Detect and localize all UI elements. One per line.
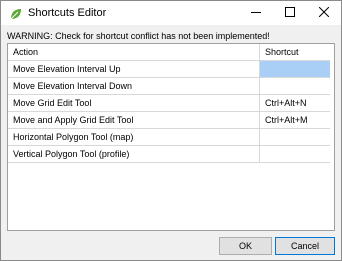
cancel-button[interactable]: Cancel <box>275 237 335 255</box>
maximize-icon <box>285 7 295 19</box>
window-title: Shortcuts Editor <box>28 7 107 19</box>
action-cell[interactable]: Move Elevation Interval Down <box>8 78 260 94</box>
shortcut-cell[interactable] <box>260 61 330 77</box>
action-cell[interactable]: Horizontal Polygon Tool (map) <box>8 129 260 145</box>
table-row[interactable]: Vertical Polygon Tool (profile) <box>8 146 330 163</box>
ok-button[interactable]: OK <box>219 237 272 255</box>
column-header-action[interactable]: Action <box>8 44 260 60</box>
minimize-icon <box>251 7 261 19</box>
shortcut-cell[interactable] <box>260 146 330 162</box>
maximize-button[interactable] <box>273 1 307 25</box>
table-row[interactable]: Horizontal Polygon Tool (map) <box>8 129 330 146</box>
close-icon <box>318 6 330 19</box>
action-cell[interactable]: Move Elevation Interval Up <box>8 61 260 77</box>
table-row[interactable]: Move and Apply Grid Edit Tool Ctrl+Alt+M <box>8 112 330 129</box>
table-row[interactable]: Move Elevation Interval Down <box>8 78 330 95</box>
action-cell[interactable]: Vertical Polygon Tool (profile) <box>8 146 260 162</box>
close-button[interactable] <box>307 1 341 25</box>
minimize-button[interactable] <box>239 1 273 25</box>
shortcuts-editor-window: Shortcuts Editor WARNING: Check for shor… <box>0 0 342 261</box>
warning-message: WARNING: Check for shortcut conflict has… <box>7 31 270 41</box>
shortcut-cell[interactable]: Ctrl+Alt+N <box>260 95 330 111</box>
action-cell[interactable]: Move Grid Edit Tool <box>8 95 260 111</box>
shortcuts-table: Action Shortcut Move Elevation Interval … <box>7 43 335 231</box>
table-header: Action Shortcut <box>8 44 330 61</box>
table-row[interactable]: Move Grid Edit Tool Ctrl+Alt+N <box>8 95 330 112</box>
title-bar[interactable]: Shortcuts Editor <box>1 1 341 25</box>
table-row[interactable]: Move Elevation Interval Up <box>8 61 330 78</box>
column-header-shortcut[interactable]: Shortcut <box>260 44 330 60</box>
leaf-icon <box>9 7 23 21</box>
shortcut-cell[interactable] <box>260 129 330 145</box>
shortcut-cell[interactable]: Ctrl+Alt+M <box>260 112 330 128</box>
action-cell[interactable]: Move and Apply Grid Edit Tool <box>8 112 260 128</box>
shortcut-cell[interactable] <box>260 78 330 94</box>
